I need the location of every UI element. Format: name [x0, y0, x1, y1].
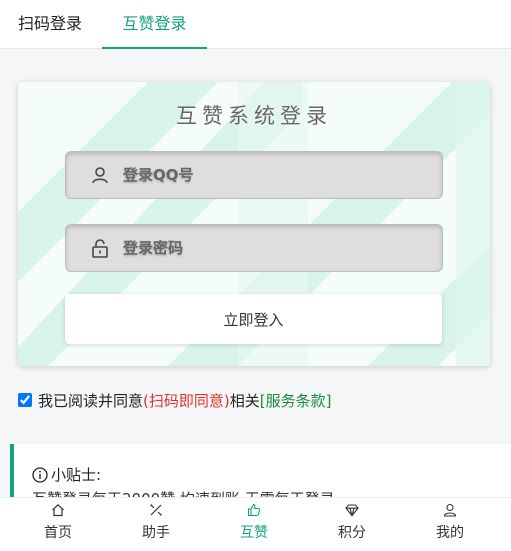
nav-points-label: 积分: [338, 525, 366, 541]
nav-home[interactable]: 首页: [18, 498, 98, 551]
nav-mine-label: 我的: [436, 525, 464, 541]
login-card: 互赞系统登录 立即登入: [18, 82, 490, 366]
login-button[interactable]: 立即登入: [65, 294, 442, 344]
user-icon: [443, 503, 457, 517]
bottom-nav: 首页 助手 互赞 积分 我的: [0, 497, 511, 551]
terms-link[interactable]: [服务条款]: [260, 392, 332, 410]
tab-like-login[interactable]: 互赞登录: [102, 0, 207, 49]
agreement-row: 我已阅读并同意(扫码即同意)相关[服务条款]: [18, 389, 331, 413]
nav-assistant[interactable]: 助手: [116, 498, 196, 551]
agreement-middle: 相关: [229, 392, 260, 410]
password-input[interactable]: [123, 225, 423, 271]
agreement-prefix: 我已阅读并同意: [38, 392, 144, 410]
nav-mine[interactable]: 我的: [410, 498, 490, 551]
thumbs-up-icon: [247, 503, 261, 517]
lock-icon: [92, 239, 108, 258]
nav-like-label: 互赞: [240, 525, 268, 541]
tip-header: 小贴士:: [32, 464, 101, 486]
nav-points[interactable]: 积分: [312, 498, 392, 551]
qq-input[interactable]: [123, 152, 423, 198]
login-tabs: 扫码登录 互赞登录: [0, 0, 511, 49]
nav-like[interactable]: 互赞: [214, 498, 294, 551]
qq-field: [65, 151, 443, 199]
diamond-icon: [345, 504, 359, 517]
active-tab-indicator: [102, 47, 207, 49]
agreement-note: (扫码即同意): [143, 392, 230, 410]
nav-assistant-label: 助手: [142, 525, 170, 541]
tab-scan-login[interactable]: 扫码登录: [18, 0, 82, 48]
card-title: 互赞系统登录: [176, 104, 332, 128]
nav-home-label: 首页: [44, 525, 72, 541]
tip-title: 小贴士:: [51, 466, 102, 484]
tip-box: 小贴士: 互赞登录每天2000赞 均速到账 无需每天登录: [10, 444, 511, 504]
tab-like-login-label: 互赞登录: [122, 14, 187, 33]
agreement-checkbox[interactable]: [18, 393, 32, 407]
password-field: [65, 224, 443, 272]
tools-icon: [150, 504, 162, 516]
user-icon: [92, 167, 108, 184]
home-icon: [52, 503, 64, 517]
info-icon: [32, 467, 48, 483]
